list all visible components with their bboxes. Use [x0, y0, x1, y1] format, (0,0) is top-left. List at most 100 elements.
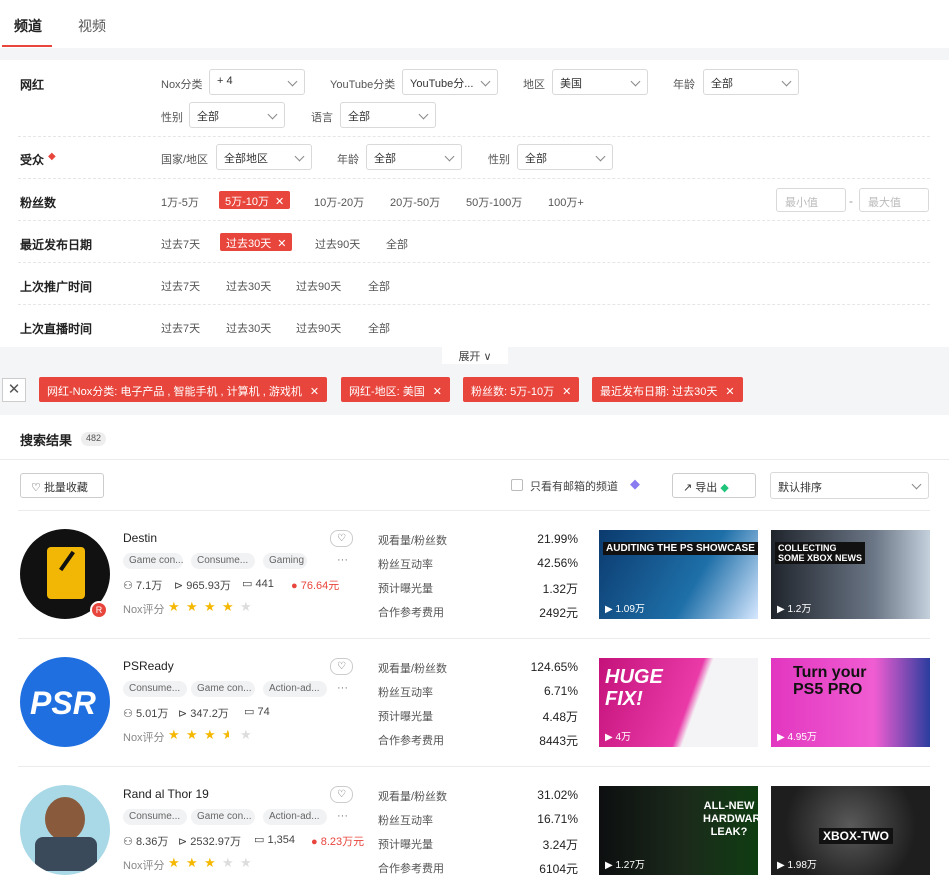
age-select[interactable]: 全部	[703, 69, 799, 95]
heart-icon: ♡	[31, 482, 41, 494]
email-only-checkbox[interactable]	[511, 479, 523, 491]
followers-option-active[interactable]: 5万-10万 ✕	[219, 191, 291, 209]
last-promotion-option[interactable]: 过去30天	[226, 278, 271, 294]
last-live-option[interactable]: 过去7天	[161, 320, 200, 336]
more-tags-icon[interactable]: ···	[337, 810, 348, 822]
filter-row-followers: 粉丝数 1万-5万 5万-10万 ✕ 10万-20万 20万-50万 50万-10…	[18, 179, 930, 221]
chevron-down-icon	[781, 76, 792, 87]
tab-channel[interactable]: 频道	[14, 16, 42, 36]
category-tag: Action-ad...	[263, 809, 327, 825]
export-button[interactable]: ↗ 导出 ◆	[672, 473, 756, 498]
filter-row-last-promotion: 上次推广时间 过去7天 过去30天 过去90天 全部	[18, 263, 930, 305]
channel-row[interactable]: Rand al Thor 19 ♡ Consume... Game con...…	[0, 767, 949, 895]
thumbnail-caption: ALL-NEW HARDWARE LEAK?	[703, 800, 758, 838]
recent-publish-option[interactable]: 过去90天	[315, 236, 360, 252]
video-thumbnail[interactable]: AUDITING THE PS SHOWCASE ▶ 1.09万	[599, 530, 758, 619]
close-icon[interactable]: ✕	[725, 386, 734, 398]
more-tags-icon[interactable]: ···	[337, 554, 348, 566]
followers-option[interactable]: 100万+	[548, 194, 584, 210]
chevron-down-icon	[294, 151, 305, 162]
last-promotion-option[interactable]: 过去90天	[296, 278, 341, 294]
expand-filters-button[interactable]: 展开 ∨	[442, 346, 508, 364]
channel-row[interactable]: PSR PSReady ♡ Consume... Game con... Act…	[0, 639, 949, 767]
language-select[interactable]: 全部	[340, 102, 436, 128]
metric-label: 合作参考费用	[378, 863, 444, 875]
metric-value: 4.48万	[542, 710, 578, 724]
video-thumbnail[interactable]: HUGE FIX! ▶ 4万	[599, 658, 758, 747]
followers-min-input[interactable]: 最小值	[776, 188, 846, 212]
close-icon[interactable]: ✕	[277, 238, 286, 250]
star-icon: ★	[240, 599, 252, 614]
last-promotion-option[interactable]: 全部	[368, 278, 390, 294]
star-icon: ★	[222, 599, 234, 614]
diamond-icon: ◆	[720, 482, 729, 494]
last-promotion-option[interactable]: 过去7天	[161, 278, 200, 294]
sort-select[interactable]: 默认排序	[770, 472, 929, 499]
close-icon[interactable]: ✕	[310, 386, 319, 398]
nox-score-label: Nox评分	[123, 604, 165, 616]
close-icon[interactable]: ✕	[433, 386, 442, 398]
star-icon: ★	[240, 727, 252, 742]
tab-video[interactable]: 视频	[78, 16, 106, 36]
category-tag: Consume...	[191, 553, 255, 569]
recent-publish-option-active[interactable]: 过去30天 ✕	[220, 233, 293, 251]
followers-option[interactable]: 20万-50万	[390, 194, 440, 210]
channel-name[interactable]: Rand al Thor 19	[123, 787, 209, 801]
region-select[interactable]: 美国	[552, 69, 648, 95]
favorite-button[interactable]: ♡	[330, 658, 353, 675]
category-tag: Gaming	[263, 553, 307, 569]
last-live-option[interactable]: 全部	[368, 320, 390, 336]
video-thumbnail[interactable]: COLLECTING SOME XBOX NEWS ▶ 1.2万	[771, 530, 930, 619]
channel-name[interactable]: Destin	[123, 531, 157, 545]
youtube-category-select[interactable]: YouTube分...	[402, 69, 498, 95]
active-filter-chip[interactable]: 最近发布日期: 过去30天 ✕	[592, 377, 743, 402]
followers-max-input[interactable]: 最大值	[859, 188, 929, 212]
channel-row[interactable]: R Destin ♡ Game con... Consume... Gaming…	[0, 511, 949, 639]
youtube-category-label: YouTube分类	[330, 79, 396, 91]
play-count: ▶ 1.2万	[777, 604, 812, 615]
star-icon: ★	[204, 855, 216, 870]
followers-stat: ⚇ 5.01万	[123, 708, 169, 720]
active-filter-chip[interactable]: 粉丝数: 5万-10万 ✕	[463, 377, 580, 402]
last-live-option[interactable]: 过去90天	[296, 320, 341, 336]
recent-publish-option[interactable]: 过去7天	[161, 236, 200, 252]
bulk-save-button[interactable]: ♡ 批量收藏	[20, 473, 104, 498]
video-thumbnail[interactable]: XBOX-TWO ▶ 1.98万	[771, 786, 930, 875]
channel-name[interactable]: PSReady	[123, 659, 174, 673]
last-live-option[interactable]: 过去30天	[226, 320, 271, 336]
videos-stat: ▭ 74	[244, 706, 270, 718]
video-thumbnail[interactable]: ALL-NEW HARDWARE LEAK? ▶ 1.27万	[599, 786, 758, 875]
followers-option[interactable]: 50万-100万	[466, 194, 522, 210]
active-filter-chip[interactable]: 网红-地区: 美国 ✕	[341, 377, 450, 402]
followers-option[interactable]: 1万-5万	[161, 194, 199, 210]
audience-age-select[interactable]: 全部	[366, 144, 462, 170]
chevron-down-icon	[595, 151, 606, 162]
metric-label: 观看量/粉丝数	[378, 663, 448, 675]
thumbnail-caption: AUDITING THE PS SHOWCASE	[603, 542, 758, 555]
close-icon[interactable]: ✕	[275, 196, 284, 208]
audience-country-select[interactable]: 全部地区	[216, 144, 312, 170]
gender-select[interactable]: 全部	[189, 102, 285, 128]
clear-all-filters-button[interactable]: ✕	[2, 378, 26, 402]
favorite-button[interactable]: ♡	[330, 530, 353, 547]
avatar[interactable]	[20, 785, 110, 875]
recent-publish-option[interactable]: 全部	[386, 236, 408, 252]
active-filter-chip[interactable]: 网红-Nox分类: 电子产品 , 智能手机 , 计算机 , 游戏机 ✕	[39, 377, 328, 402]
favorite-button[interactable]: ♡	[330, 786, 353, 803]
metric-value: 3.24万	[542, 838, 578, 852]
age-label: 年龄	[673, 79, 695, 91]
metric-label: 合作参考费用	[378, 735, 444, 747]
price-stat: ● 76.64元	[291, 580, 340, 592]
play-count: ▶ 1.98万	[777, 860, 817, 871]
filter-row-audience: 受众 ◆ 国家/地区 全部地区 年龄 全部 性别 全部	[18, 137, 930, 179]
nox-category-select[interactable]: + 4	[209, 69, 305, 95]
audience-gender-select[interactable]: 全部	[517, 144, 613, 170]
followers-option[interactable]: 10万-20万	[314, 194, 364, 210]
avatar-body	[35, 837, 97, 871]
more-tags-icon[interactable]: ···	[337, 682, 348, 694]
play-icon: ⊳	[178, 836, 188, 848]
avatar[interactable]: PSR	[20, 657, 110, 747]
category-tag: Consume...	[123, 681, 187, 697]
video-thumbnail[interactable]: Turn your PS5 PRO ▶ 4.95万	[771, 658, 930, 747]
close-icon[interactable]: ✕	[562, 386, 571, 398]
